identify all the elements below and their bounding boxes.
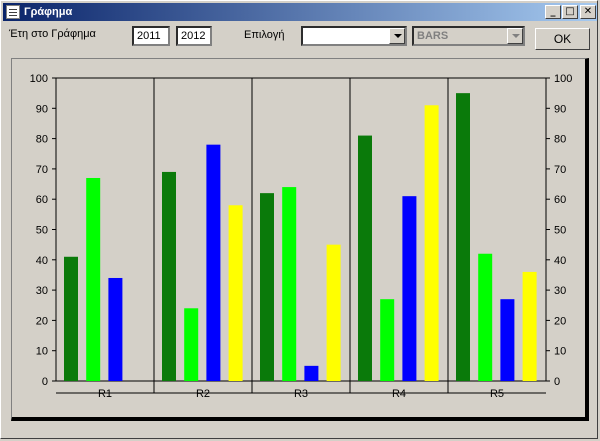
bar-chart: 0 0 10 10 20 20 30 30 40 40 50 50 60 60 70 70 80 80 90 90 10… — [30, 73, 573, 400]
graph-window: Γράφημα _ □ ✕ Έτη στο Γράφημα 2011 2012 … — [0, 0, 598, 439]
year-to-input[interactable]: 2012 — [176, 26, 212, 46]
bar — [522, 271, 537, 381]
chevron-down-icon[interactable] — [507, 28, 523, 44]
y-tick-label-left: 80 — [36, 134, 48, 146]
bar — [500, 299, 515, 381]
bar — [206, 144, 221, 381]
y-tick-label-left: 30 — [36, 285, 48, 297]
y-tick-label-left: 50 — [36, 225, 48, 237]
chart-type-select[interactable]: BARS — [412, 26, 525, 46]
x-tick-label: R1 — [98, 388, 112, 400]
title-bar[interactable]: Γράφημα _ □ ✕ — [3, 3, 597, 21]
bar — [260, 193, 274, 381]
x-tick-label: R4 — [392, 388, 406, 400]
chart-frame: 0 0 10 10 20 20 30 30 40 40 50 50 60 60 70 70 80 80 90 90 10… — [11, 58, 589, 421]
option-label: Επιλογή — [244, 29, 285, 41]
y-tick-label-right: 80 — [554, 134, 566, 146]
bar — [184, 308, 199, 381]
minimize-button[interactable]: _ — [545, 5, 561, 19]
y-tick-label-right: 60 — [554, 194, 566, 206]
bar — [402, 196, 417, 381]
bar — [456, 93, 470, 382]
plot-area — [55, 77, 547, 382]
y-tick-label-right: 50 — [554, 225, 566, 237]
x-tick-label: R3 — [294, 388, 308, 400]
close-button[interactable]: ✕ — [580, 5, 596, 19]
y-tick-label-right: 30 — [554, 285, 566, 297]
y-tick-label-left: 90 — [36, 103, 48, 115]
chart-type-value: BARS — [417, 30, 449, 42]
y-tick-label-left: 60 — [36, 194, 48, 206]
maximize-button[interactable]: □ — [562, 5, 578, 19]
chevron-down-icon[interactable] — [389, 28, 405, 44]
y-tick-label-left: 10 — [36, 346, 48, 358]
y-tick-label-left: 100 — [30, 73, 48, 85]
bar — [478, 253, 493, 381]
bar — [358, 135, 372, 381]
y-tick-label-right: 100 — [554, 73, 572, 85]
bar — [424, 105, 439, 381]
option-select[interactable] — [301, 26, 407, 46]
bar — [86, 177, 101, 381]
x-tick-label: R2 — [196, 388, 210, 400]
window-title: Γράφημα — [24, 6, 73, 18]
bar — [282, 187, 297, 381]
bar — [64, 256, 78, 381]
years-label: Έτη στο Γράφημα — [9, 28, 96, 40]
y-tick-label-right: 20 — [554, 315, 566, 327]
y-tick-label-right: 90 — [554, 103, 566, 115]
y-tick-label-left: 70 — [36, 164, 48, 176]
y-tick-label-right: 0 — [554, 376, 560, 388]
bar — [162, 171, 176, 381]
bar — [228, 205, 243, 381]
y-tick-label-right: 10 — [554, 346, 566, 358]
bar — [304, 365, 319, 381]
window-icon — [6, 5, 20, 19]
bar — [380, 299, 395, 381]
y-tick-label-right: 40 — [554, 255, 566, 267]
y-tick-label-left: 0 — [42, 376, 48, 388]
y-tick-label-left: 40 — [36, 255, 48, 267]
bar — [326, 244, 341, 381]
y-tick-label-right: 70 — [554, 164, 566, 176]
ok-button[interactable]: OK — [535, 28, 590, 50]
y-tick-label-left: 20 — [36, 315, 48, 327]
x-tick-label: R5 — [490, 388, 504, 400]
year-from-input[interactable]: 2011 — [132, 26, 170, 46]
bar — [108, 277, 123, 381]
